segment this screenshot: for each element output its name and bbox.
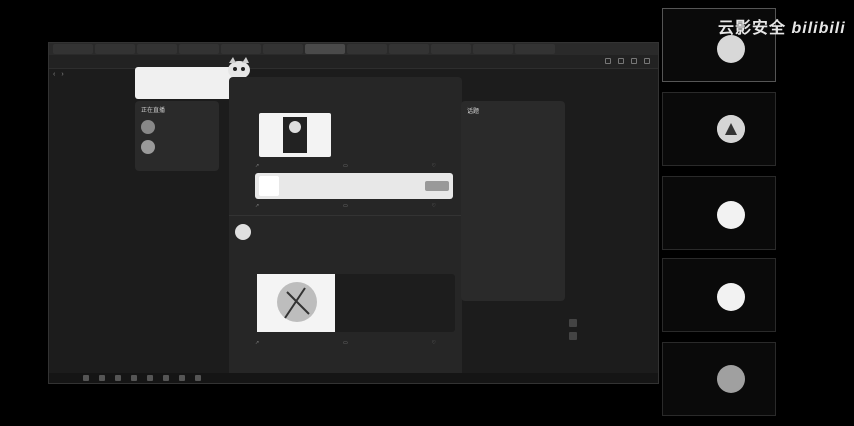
nav-buttons: ‹ › [53, 71, 64, 78]
avatar [141, 120, 155, 134]
post-actions: ↗ ▭ ♡ [229, 163, 462, 169]
live-follow-card: 正在直播 [135, 101, 219, 171]
comment-icon[interactable]: ▭ [343, 340, 348, 346]
thumbnail-art-icon [283, 117, 307, 153]
toolbar-icon[interactable] [618, 58, 624, 64]
back-to-top-icon[interactable] [569, 332, 577, 340]
side-float-buttons [569, 319, 577, 340]
browser-tab[interactable] [53, 44, 93, 54]
topics-panel: 话题 [461, 101, 565, 301]
taskbar-app-icon[interactable] [115, 375, 121, 381]
toolbar-icons [605, 58, 650, 64]
post-actions: ↗ ▭ ♡ [229, 340, 462, 346]
avatar [717, 283, 745, 311]
like-icon[interactable]: ♡ [432, 163, 436, 169]
dynamic-feed: ↗ ▭ ♡ ↗ ▭ ♡ ↗ ▭ ♡ [229, 77, 462, 383]
browser-tab[interactable] [137, 44, 177, 54]
share-icon[interactable]: ↗ [255, 340, 259, 346]
bilibili-logo: bilibili [791, 20, 846, 37]
watermark: 云影安全 bilibili [718, 14, 846, 38]
participant-list [662, 8, 854, 426]
browser-tab[interactable] [347, 44, 387, 54]
browser-tab-bar [49, 43, 658, 55]
participant-tile[interactable] [662, 92, 776, 166]
participant-tile[interactable] [662, 258, 776, 332]
toolbar-icon[interactable] [644, 58, 650, 64]
taskbar-app-icon[interactable] [195, 375, 201, 381]
avatar [717, 365, 745, 393]
avatar [141, 140, 155, 154]
browser-tab[interactable] [473, 44, 513, 54]
browser-tab[interactable] [389, 44, 429, 54]
feed-post[interactable]: ↗ ▭ ♡ ↗ ▭ ♡ [229, 81, 462, 209]
avatar [235, 224, 251, 240]
back-icon[interactable]: ‹ [53, 71, 55, 78]
taskbar-app-icon[interactable] [179, 375, 185, 381]
toolbar-icon[interactable] [605, 58, 611, 64]
browser-tab[interactable] [431, 44, 471, 54]
refresh-icon[interactable] [569, 319, 577, 327]
video-card[interactable] [257, 274, 455, 332]
follow-item[interactable] [141, 140, 213, 154]
topics-title: 话题 [467, 109, 480, 115]
taskbar-app-icon[interactable] [147, 375, 153, 381]
browser-tab[interactable] [515, 44, 555, 54]
share-icon[interactable]: ↗ [255, 163, 259, 169]
browser-tab[interactable] [263, 44, 303, 54]
participant-tile[interactable] [662, 176, 776, 250]
like-icon[interactable]: ♡ [432, 340, 436, 346]
comment-icon[interactable]: ▭ [343, 163, 348, 169]
forward-button[interactable] [425, 181, 449, 191]
avatar [717, 201, 745, 229]
taskbar-app-icon[interactable] [99, 375, 105, 381]
watermark-text: 云影安全 [718, 18, 787, 37]
forward-thumbnail [259, 176, 279, 196]
post-thumbnail[interactable] [259, 113, 331, 157]
follow-title: 正在直播 [141, 108, 166, 114]
comment-icon[interactable]: ▭ [343, 203, 348, 209]
taskbar-app-icon[interactable] [83, 375, 89, 381]
taskbar [49, 373, 658, 383]
shared-screen: ‹ › 正在直播 ↗ ▭ ♡ ↗ ▭ ♡ ↗ ▭ ♡ 话题 [48, 42, 659, 384]
avatar [717, 35, 745, 63]
taskbar-app-icon[interactable] [131, 375, 137, 381]
like-icon[interactable]: ♡ [432, 203, 436, 209]
taskbar-app-icon[interactable] [163, 375, 169, 381]
video-thumbnail [257, 274, 335, 332]
participant-tile[interactable] [662, 342, 776, 416]
browser-tab[interactable] [221, 44, 261, 54]
follow-item[interactable] [141, 120, 213, 134]
browser-tab[interactable] [95, 44, 135, 54]
browser-tab[interactable] [179, 44, 219, 54]
share-icon[interactable]: ↗ [255, 203, 259, 209]
forward-icon[interactable]: › [61, 71, 63, 78]
post-actions: ↗ ▭ ♡ [229, 203, 462, 209]
avatar-icon [717, 115, 745, 143]
feed-post[interactable]: ↗ ▭ ♡ [229, 215, 462, 375]
toolbar-icon[interactable] [631, 58, 637, 64]
forward-card[interactable] [255, 173, 453, 199]
browser-tab-active[interactable] [305, 44, 345, 54]
